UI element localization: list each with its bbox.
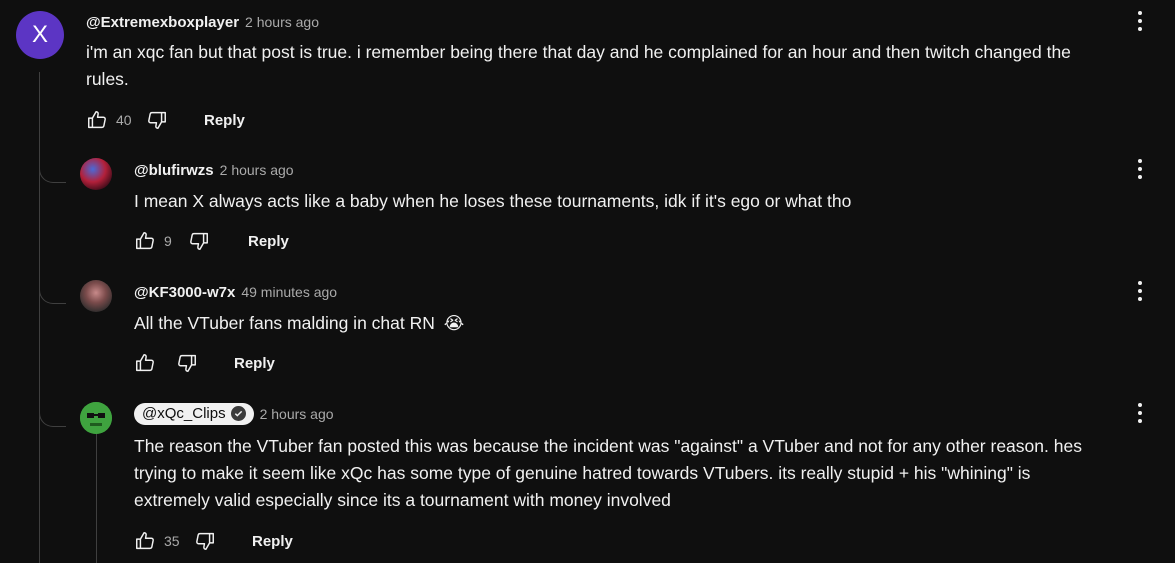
comment-text-line: rules. xyxy=(86,69,129,89)
reply-text: I mean X always acts like a baby when he… xyxy=(134,191,852,211)
reply-text-line: extremely valid especially since its a t… xyxy=(134,490,671,510)
more-vert-icon[interactable] xyxy=(1132,279,1148,303)
more-vert-icon[interactable] xyxy=(1132,401,1148,425)
avatar-face-icon xyxy=(80,402,112,434)
thumbs-up-icon[interactable] xyxy=(134,530,156,552)
reply-actions: 35 Reply xyxy=(134,529,293,553)
avatar[interactable] xyxy=(80,280,112,312)
avatar-letter: X xyxy=(31,21,48,48)
reply-button[interactable]: Reply xyxy=(252,533,293,550)
reply-actions: Reply xyxy=(134,351,275,375)
reply-header: @xQc_Clips 2 hours ago xyxy=(134,402,334,426)
like-count: 9 xyxy=(164,233,172,249)
thumbs-down-icon[interactable] xyxy=(146,109,168,131)
thumbs-up-icon[interactable] xyxy=(134,352,156,374)
reply-header: @blufirwzs 2 hours ago xyxy=(134,159,294,181)
reply-button[interactable]: Reply xyxy=(248,233,289,250)
timestamp[interactable]: 2 hours ago xyxy=(220,162,294,178)
thread-line xyxy=(96,432,97,563)
thread-line xyxy=(39,72,40,563)
author-name[interactable]: @blufirwzs xyxy=(134,162,214,179)
thumbs-down-icon[interactable] xyxy=(194,530,216,552)
channel-owner-badge[interactable]: @xQc_Clips xyxy=(134,403,254,425)
author-name[interactable]: @KF3000-w7x xyxy=(134,284,235,301)
thumbs-up-icon[interactable] xyxy=(86,109,108,131)
reply-header: @KF3000-w7x 49 minutes ago xyxy=(134,281,337,303)
reply-text-line: The reason the VTuber fan posted this wa… xyxy=(134,436,1082,456)
timestamp[interactable]: 2 hours ago xyxy=(260,406,334,422)
avatar[interactable]: X xyxy=(16,11,64,59)
reply-text-body: All the VTuber fans malding in chat RN xyxy=(134,313,435,333)
more-vert-icon[interactable] xyxy=(1132,9,1148,33)
author-name: @xQc_Clips xyxy=(142,405,226,422)
comment-actions: 40 Reply xyxy=(86,108,245,132)
avatar[interactable] xyxy=(80,402,112,434)
thread-connector xyxy=(39,287,66,304)
reply-text-line: trying to make it seem like xQc has some… xyxy=(134,463,1031,483)
thread-connector xyxy=(39,166,66,183)
reply-text: The reason the VTuber fan posted this wa… xyxy=(134,433,1164,514)
timestamp[interactable]: 49 minutes ago xyxy=(241,284,337,300)
reply-text: All the VTuber fans malding in chat RN 😭 xyxy=(134,310,464,337)
reply-button[interactable]: Reply xyxy=(204,112,245,129)
comment-text-line: i'm an xqc fan but that post is true. i … xyxy=(86,42,1071,62)
like-count: 40 xyxy=(116,112,132,128)
comment-text: i'm an xqc fan but that post is true. i … xyxy=(86,39,1161,93)
avatar[interactable] xyxy=(80,158,112,190)
like-count: 35 xyxy=(164,533,180,549)
thread-connector xyxy=(39,410,66,427)
comment-header: @Extremexboxplayer 2 hours ago xyxy=(86,11,319,33)
more-vert-icon[interactable] xyxy=(1132,157,1148,181)
reply-actions: 9 Reply xyxy=(134,229,289,253)
thumbs-down-icon[interactable] xyxy=(188,230,210,252)
crying-emoji: 😭 xyxy=(443,313,465,333)
author-name[interactable]: @Extremexboxplayer xyxy=(86,14,239,31)
thumbs-down-icon[interactable] xyxy=(176,352,198,374)
timestamp[interactable]: 2 hours ago xyxy=(245,14,319,30)
thumbs-up-icon[interactable] xyxy=(134,230,156,252)
check-circle-icon xyxy=(230,406,246,421)
reply-button[interactable]: Reply xyxy=(234,355,275,372)
